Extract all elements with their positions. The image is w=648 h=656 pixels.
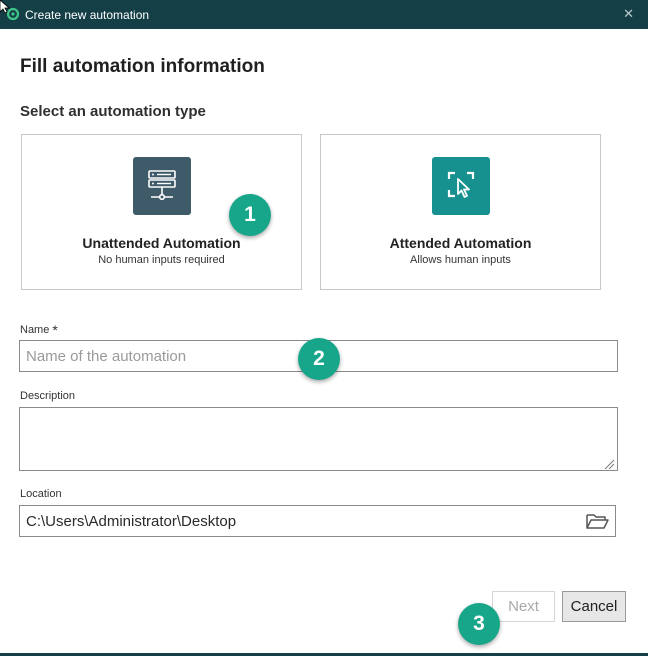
browse-folder-icon[interactable] (584, 510, 610, 532)
location-label: Location (20, 488, 62, 500)
name-label-text: Name (20, 324, 50, 336)
attended-subtitle: Allows human inputs (410, 254, 511, 266)
description-label: Description (20, 390, 76, 402)
attended-title: Attended Automation (389, 235, 532, 251)
unattended-tile (133, 157, 191, 215)
step-badge-3: 3 (458, 603, 500, 645)
attended-automation-card[interactable]: Attended Automation Allows human inputs (320, 134, 601, 290)
attended-tile (432, 157, 490, 215)
name-label: Name * (20, 320, 58, 338)
resize-grip-icon[interactable] (603, 458, 615, 470)
mouse-pointer-icon (0, 0, 10, 14)
window-title: Create new automation (25, 8, 150, 22)
step-badge-2: 2 (298, 338, 340, 380)
location-input[interactable] (19, 505, 616, 537)
cursor-select-icon (447, 171, 475, 198)
unattended-title: Unattended Automation (82, 235, 241, 251)
window-titlebar: Create new automation ✕ (0, 0, 648, 29)
next-button[interactable]: Next (492, 591, 555, 622)
step-badge-1: 1 (229, 194, 271, 236)
server-icon (148, 170, 176, 201)
unattended-subtitle: No human inputs required (98, 254, 225, 266)
description-input[interactable] (19, 407, 618, 471)
automation-type-label: Select an automation type (20, 103, 206, 120)
close-icon[interactable]: ✕ (623, 6, 634, 22)
cancel-button[interactable]: Cancel (562, 591, 626, 622)
required-mark: * (52, 322, 58, 338)
page-title: Fill automation information (20, 56, 265, 77)
